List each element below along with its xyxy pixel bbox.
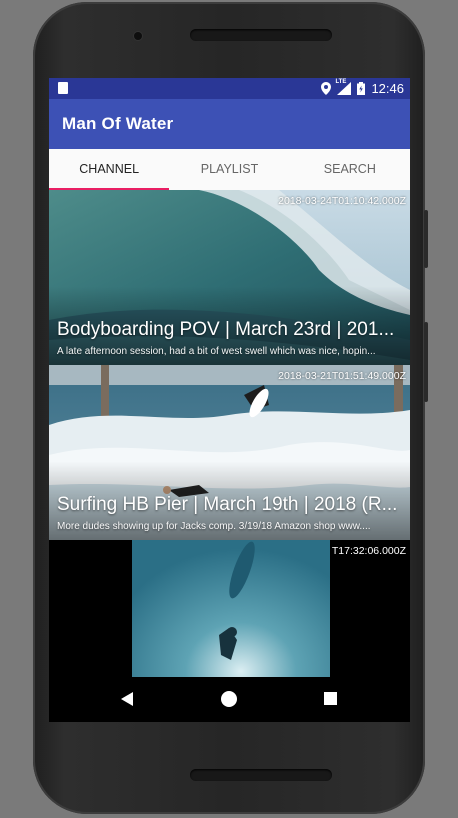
home-icon[interactable] bbox=[221, 691, 237, 707]
volume-button[interactable] bbox=[424, 210, 428, 268]
clock: 12:46 bbox=[371, 81, 404, 96]
app-title: Man Of Water bbox=[62, 114, 174, 133]
app-bar: Man Of Water bbox=[49, 99, 410, 149]
back-icon[interactable] bbox=[121, 692, 133, 706]
video-description: A late afternoon session, had a bit of w… bbox=[57, 346, 376, 357]
video-description: More dudes showing up for Jacks comp. 3/… bbox=[57, 521, 371, 532]
video-date: 2018-03-24T01:10:42.000Z bbox=[278, 195, 406, 207]
recents-icon[interactable] bbox=[324, 692, 337, 705]
tab-channel[interactable]: CHANNEL bbox=[49, 149, 169, 190]
tab-playlist[interactable]: PLAYLIST bbox=[169, 149, 289, 190]
lte-label: LTE bbox=[335, 79, 347, 85]
power-button[interactable] bbox=[424, 322, 428, 402]
video-card[interactable]: 2018-03-21T01:51:49.000Z Surfing HB Pier… bbox=[49, 365, 410, 540]
battery-icon bbox=[357, 82, 366, 95]
bottom-speaker bbox=[190, 769, 332, 781]
tab-label: CHANNEL bbox=[79, 162, 140, 176]
video-date: T17:32:06.000Z bbox=[331, 545, 406, 557]
tab-label: SEARCH bbox=[323, 162, 376, 176]
video-title: Bodyboarding POV | March 23rd | 201... bbox=[57, 319, 395, 340]
location-icon bbox=[321, 82, 332, 95]
video-title: Surfing HB Pier | March 19th | 2018 (R..… bbox=[57, 494, 398, 515]
video-list: 2018-03-24T01:10:42.000Z Bodyboarding PO… bbox=[49, 190, 410, 722]
device-screen: LTE 12:46 Man Of Water CHANNEL PLAYLIST … bbox=[49, 78, 410, 722]
system-nav-bar bbox=[49, 677, 410, 722]
tab-bar: CHANNEL PLAYLIST SEARCH bbox=[49, 149, 410, 191]
tab-label: PLAYLIST bbox=[200, 162, 259, 176]
front-camera bbox=[134, 32, 142, 40]
sd-card-icon bbox=[58, 82, 68, 94]
earpiece-speaker bbox=[190, 29, 332, 41]
signal-icon: LTE bbox=[335, 79, 352, 95]
video-date: 2018-03-21T01:51:49.000Z bbox=[278, 370, 406, 382]
video-card[interactable]: 2018-03-24T01:10:42.000Z Bodyboarding PO… bbox=[49, 190, 410, 365]
tab-search[interactable]: SEARCH bbox=[290, 149, 410, 190]
status-bar: LTE 12:46 bbox=[49, 78, 410, 99]
